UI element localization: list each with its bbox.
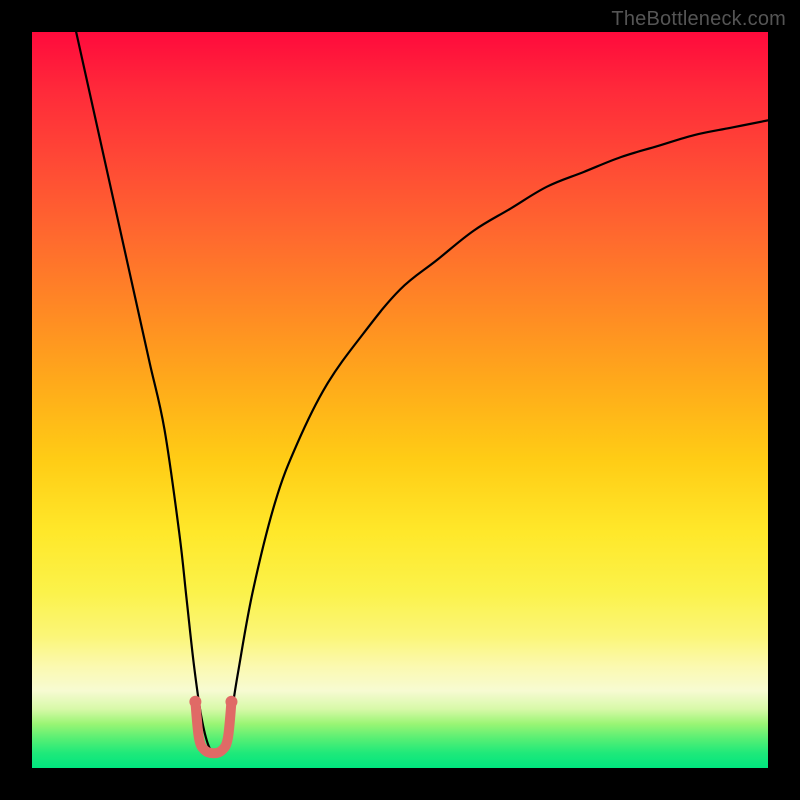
bottleneck-curve <box>76 32 768 753</box>
plot-area <box>32 32 768 768</box>
optimal-range-end-dot <box>225 696 237 708</box>
curve-svg <box>32 32 768 768</box>
optimal-range-start-dot <box>189 696 201 708</box>
watermark-text: TheBottleneck.com <box>611 8 786 31</box>
chart-frame: TheBottleneck.com <box>0 0 800 800</box>
optimal-range-marker <box>195 702 231 754</box>
